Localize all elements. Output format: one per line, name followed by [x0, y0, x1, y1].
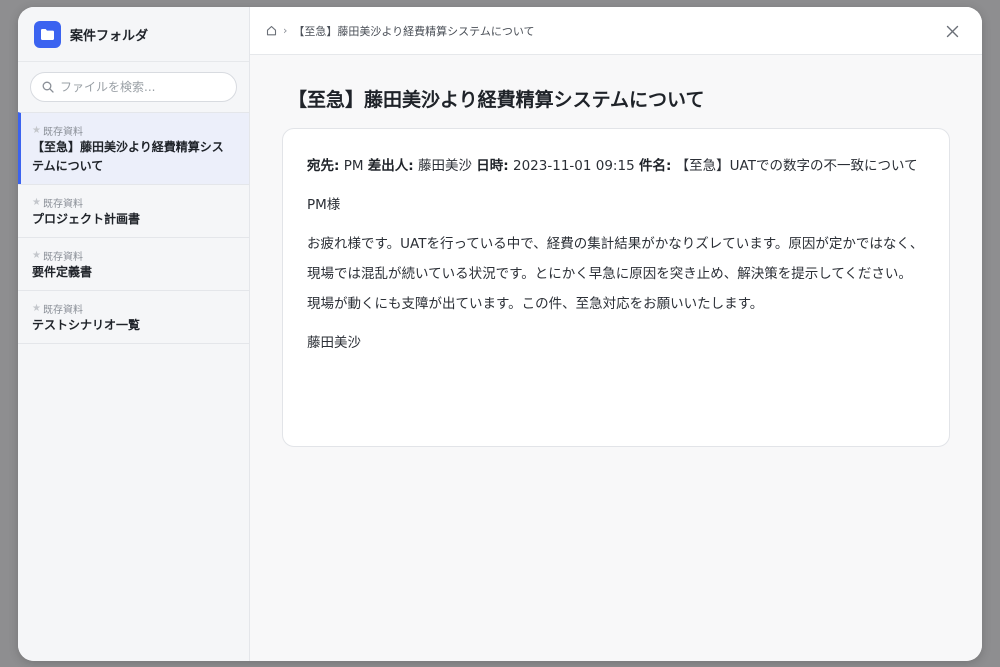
star-icon[interactable]: ★ — [32, 250, 41, 261]
sidebar: 案件フォルダ ★ 既存資料 【至急】藤田美沙より経費精算システムについて — [18, 7, 250, 661]
file-category-label: 既存資料 — [42, 304, 83, 316]
app-title: 案件フォルダ — [70, 28, 149, 44]
file-item-project-plan[interactable]: ★ 既存資料 プロジェクト計画書 — [18, 184, 249, 237]
email-greeting: PM様 — [307, 197, 341, 213]
file-list: ★ 既存資料 【至急】藤田美沙より経費精算システムについて ★ 既存資料 プロジ… — [18, 112, 249, 344]
file-name: プロジェクト計画書 — [32, 212, 141, 226]
file-category: ★ 既存資料 — [32, 248, 235, 263]
folder-icon — [34, 20, 61, 48]
star-icon[interactable]: ★ — [32, 303, 41, 314]
file-category: ★ 既存資料 — [32, 195, 235, 210]
file-category: ★ 既存資料 — [32, 301, 235, 316]
file-name: 【至急】藤田美沙より経費精算システムについて — [32, 140, 224, 173]
home-icon[interactable] — [266, 21, 277, 40]
email-body: お疲れ様です。UATを行っている中で、経費の集計結果がかなりズレています。原因が… — [307, 236, 924, 312]
date-label: 日時: — [476, 158, 509, 174]
star-icon[interactable]: ★ — [32, 125, 41, 136]
breadcrumb-current: 【至急】藤田美沙より経費精算システムについて — [293, 24, 535, 38]
close-icon — [946, 25, 958, 37]
date-value: 2023-11-01 09:15 — [513, 158, 635, 174]
file-category: ★ 既存資料 — [32, 123, 235, 138]
file-category-label: 既存資料 — [42, 198, 83, 210]
from-value: 藤田美沙 — [418, 158, 472, 174]
search-icon — [42, 78, 54, 97]
main-panel: › 【至急】藤田美沙より経費精算システムについて 【至急】藤田美沙より経費精算シ… — [250, 7, 982, 661]
app-window: 案件フォルダ ★ 既存資料 【至急】藤田美沙より経費精算システムについて — [18, 7, 982, 661]
from-label: 差出人: — [367, 158, 414, 174]
file-item-requirements[interactable]: ★ 既存資料 要件定義書 — [18, 237, 249, 290]
file-item-test-scenarios[interactable]: ★ 既存資料 テストシナリオ一覧 — [18, 290, 249, 344]
page-title: 【至急】藤田美沙より経費精算システムについて — [288, 89, 705, 111]
file-name: 要件定義書 — [32, 265, 93, 279]
star-icon[interactable]: ★ — [32, 197, 41, 208]
breadcrumb: › 【至急】藤田美沙より経費精算システムについて — [250, 7, 982, 55]
file-item-urgent-expense[interactable]: ★ 既存資料 【至急】藤田美沙より経費精算システムについて — [18, 112, 249, 184]
to-label: 宛先: — [307, 158, 340, 174]
breadcrumb-separator: › — [283, 24, 288, 37]
close-button[interactable] — [942, 21, 962, 41]
search-box[interactable] — [30, 72, 237, 102]
file-category-label: 既存資料 — [42, 251, 83, 263]
search-input[interactable] — [60, 80, 230, 94]
subject-label: 件名: — [638, 158, 672, 174]
sidebar-header: 案件フォルダ — [18, 7, 249, 62]
email-signature: 藤田美沙 — [307, 335, 361, 351]
email-card: 宛先: PM 差出人: 藤田美沙 日時: 2023-11-01 09:15 件名… — [282, 128, 950, 447]
to-value: PM — [343, 158, 364, 174]
file-category-label: 既存資料 — [42, 126, 83, 138]
file-name: テストシナリオ一覧 — [32, 318, 141, 332]
subject-value: 【至急】UATでの数字の不一致について — [675, 158, 918, 174]
email-meta: 宛先: PM 差出人: 藤田美沙 日時: 2023-11-01 09:15 件名… — [307, 151, 925, 181]
